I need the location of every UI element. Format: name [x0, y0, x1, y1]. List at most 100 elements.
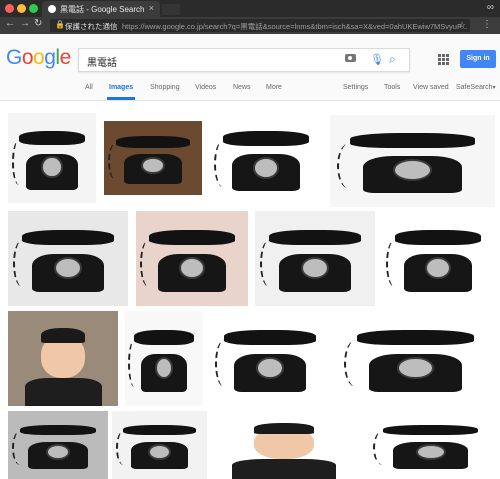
phone-cord-icon — [140, 239, 158, 287]
zoom-window-button[interactable] — [29, 4, 38, 13]
camera-icon[interactable] — [345, 54, 356, 62]
new-tab-button[interactable] — [162, 4, 180, 15]
google-header: Google 黒電話 🎙 ⌕ Sign in All Images Shoppi… — [0, 34, 500, 101]
minimize-window-button[interactable] — [17, 4, 26, 13]
browser-toolbar: ← → ↻ 🔒 保護された通信 https://www.google.co.jp… — [0, 17, 500, 34]
phone-cord-icon — [214, 140, 232, 187]
image-result[interactable] — [338, 311, 493, 406]
sign-in-button[interactable]: Sign in — [460, 50, 496, 68]
phone-cord-icon — [128, 339, 141, 387]
handset-icon — [223, 131, 309, 147]
tab-videos[interactable]: Videos — [195, 84, 216, 91]
google-logo[interactable]: Google — [6, 46, 71, 70]
handset-icon — [395, 230, 481, 246]
handset-icon — [123, 424, 196, 436]
image-result[interactable] — [104, 121, 202, 195]
suit-shape — [232, 458, 336, 479]
phone-cord-icon — [336, 142, 362, 189]
image-result[interactable] — [210, 113, 322, 205]
image-result[interactable] — [330, 115, 495, 207]
image-result[interactable] — [368, 411, 493, 479]
chevron-down-icon: ▾ — [492, 85, 496, 91]
phone-cord-icon — [11, 140, 26, 185]
handset-icon — [134, 330, 194, 346]
phone-cord-icon — [12, 431, 28, 466]
handset-icon — [149, 230, 235, 246]
rotary-dial-icon — [415, 443, 446, 460]
handset-icon — [22, 230, 114, 246]
tab-news[interactable]: News — [233, 84, 251, 91]
handset-icon — [20, 424, 96, 436]
handset-icon — [18, 131, 86, 146]
logo-letter: e — [59, 46, 72, 69]
search-input[interactable]: 黒電話 🎙 ⌕ — [78, 48, 410, 72]
handset-icon — [356, 330, 475, 346]
tools-link[interactable]: Tools — [384, 84, 400, 91]
handset-icon — [115, 135, 191, 148]
rotary-dial-icon — [141, 156, 165, 175]
handset-icon — [269, 230, 361, 246]
image-result[interactable] — [125, 311, 203, 406]
tab-shopping[interactable]: Shopping — [150, 84, 180, 91]
image-result[interactable] — [136, 211, 248, 306]
profile-icon[interactable]: ∞ — [487, 2, 494, 13]
phone-cord-icon — [386, 239, 404, 287]
apps-grid-icon[interactable] — [438, 54, 449, 65]
rotary-dial-icon — [41, 156, 63, 178]
url-text: https://www.google.co.jp/search?q=黒電話&so… — [122, 22, 468, 31]
image-result[interactable] — [210, 311, 330, 406]
reload-icon[interactable]: ↻ — [34, 18, 42, 29]
google-favicon-icon — [48, 5, 56, 13]
image-result[interactable] — [255, 211, 375, 306]
browser-tab[interactable]: 黒電話 - Google Search × — [42, 1, 160, 17]
logo-letter: G — [6, 46, 22, 69]
active-tab-indicator — [107, 97, 135, 100]
address-bar[interactable]: 🔒 保護された通信 https://www.google.co.jp/searc… — [50, 19, 470, 32]
back-arrow-icon[interactable]: ← — [5, 18, 15, 29]
phone-cord-icon — [115, 431, 131, 466]
hair-shape — [41, 328, 85, 344]
search-icon[interactable]: ⌕ — [389, 52, 396, 67]
logo-letter: o — [21, 46, 34, 69]
phone-cord-icon — [344, 339, 368, 387]
browser-menu-icon[interactable]: ⋮ — [482, 19, 492, 30]
close-window-button[interactable] — [5, 4, 14, 13]
image-result[interactable] — [382, 211, 494, 306]
microphone-icon[interactable]: 🎙 — [370, 53, 384, 66]
search-query: 黒電話 — [87, 58, 117, 69]
safesearch-dropdown[interactable]: SafeSearch▾ — [456, 84, 496, 91]
tab-title: 黒電話 - Google Search — [60, 5, 145, 14]
tab-all[interactable]: All — [85, 84, 93, 91]
hair-shape — [254, 423, 314, 435]
image-result[interactable] — [8, 311, 118, 406]
handset-icon — [383, 424, 478, 436]
tab-more[interactable]: More — [266, 84, 282, 91]
phone-cord-icon — [214, 339, 234, 387]
logo-letter: g — [44, 46, 56, 69]
secure-label: 保護された通信 — [65, 22, 118, 31]
settings-link[interactable]: Settings — [343, 84, 368, 91]
view-saved-link[interactable]: View saved — [413, 84, 449, 91]
browser-titlebar: 黒電話 - Google Search × ∞ — [0, 0, 500, 17]
handset-icon — [224, 330, 316, 346]
forward-arrow-icon[interactable]: → — [20, 18, 30, 29]
image-results-grid — [0, 101, 500, 479]
tab-images[interactable]: Images — [109, 84, 133, 91]
phone-cord-icon — [12, 239, 32, 287]
handset-icon — [349, 133, 476, 149]
suit-shape — [24, 377, 102, 406]
tab-close-icon[interactable]: × — [149, 3, 154, 13]
image-result[interactable] — [8, 113, 96, 203]
safesearch-label: SafeSearch — [456, 84, 493, 91]
image-result[interactable] — [8, 411, 108, 479]
logo-letter: o — [33, 46, 45, 69]
rotary-dial-icon — [148, 443, 171, 460]
image-result[interactable] — [8, 211, 128, 306]
bookmark-star-icon[interactable]: ☆ — [458, 20, 466, 31]
image-result[interactable] — [112, 411, 207, 479]
rotary-dial-icon — [46, 443, 70, 460]
phone-cord-icon — [107, 143, 124, 181]
image-result[interactable] — [210, 411, 358, 479]
phone-cord-icon — [259, 239, 279, 287]
phone-cord-icon — [373, 431, 393, 466]
